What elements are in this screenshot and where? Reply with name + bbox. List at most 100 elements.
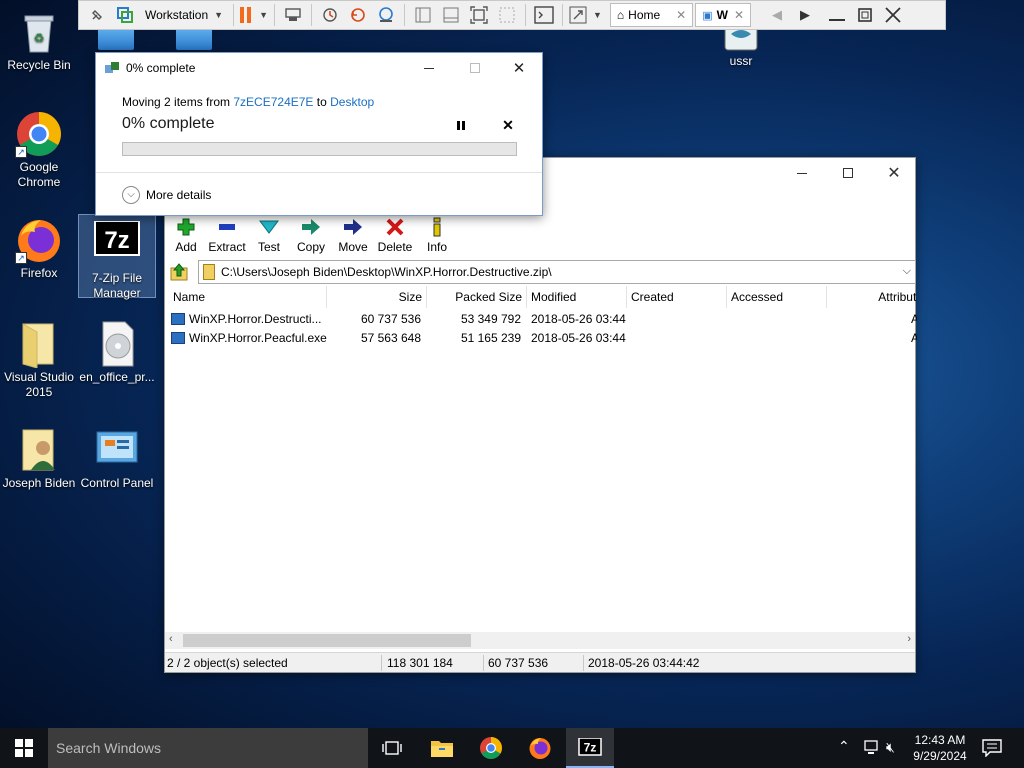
table-row[interactable]: WinXP.Horror.Destructi... 60 737 536 53 …: [169, 310, 917, 329]
restore-button[interactable]: [853, 3, 877, 27]
desktop-icon-control-panel[interactable]: Control Panel: [78, 426, 156, 491]
window-minimize-button[interactable]: [779, 158, 825, 188]
chevron-down-icon[interactable]: ⌵: [903, 265, 911, 278]
tab-scroll-left-button[interactable]: ◀: [765, 3, 789, 27]
clock-date: 9/29/2024: [913, 749, 967, 763]
file-size: 57 563 648: [360, 331, 421, 345]
toolbar-move-button[interactable]: Move: [332, 216, 374, 254]
close-icon[interactable]: ✕: [734, 8, 744, 22]
column-header-attribute[interactable]: Attribute: [827, 286, 917, 308]
file-list: Name Size Packed Size Modified Created A…: [169, 286, 917, 632]
column-header-accessed[interactable]: Accessed: [727, 286, 827, 308]
horizontal-scrollbar[interactable]: ‹ ›: [165, 632, 915, 649]
taskbar-7zip[interactable]: 7z: [566, 728, 614, 768]
scrollbar-thumb[interactable]: [183, 634, 471, 647]
progress-status: 0% complete: [122, 115, 215, 132]
taskbar: Search Windows 7z ⌃ 🔇︎ 12:43 AM 9/29/202…: [0, 728, 1024, 768]
destination-link[interactable]: Desktop: [330, 95, 374, 109]
recycle-bin-icon: ♻: [15, 8, 63, 56]
taskbar-chrome[interactable]: [467, 728, 515, 768]
full-screen-button[interactable]: [467, 3, 491, 27]
tab-vm[interactable]: ▣ W ✕: [695, 3, 752, 27]
taskbar-file-explorer[interactable]: [418, 728, 466, 768]
toolbar-divider: [233, 4, 235, 26]
pause-icon: [240, 7, 245, 23]
toolbar-extract-button[interactable]: Extract: [206, 216, 248, 254]
toolbar-divider: [561, 4, 563, 26]
address-bar[interactable]: C:\Users\Joseph Biden\Desktop\WinXP.Horr…: [198, 260, 916, 284]
vm-menu-button[interactable]: Workstation ▼: [141, 3, 227, 27]
this-pc-icon: [176, 28, 212, 50]
dialog-close-button[interactable]: ✕: [496, 53, 542, 83]
more-details-toggle[interactable]: ⌵ More details: [122, 185, 211, 205]
exe-file-icon: [171, 313, 185, 325]
show-thumbnail-bar-button[interactable]: [439, 3, 463, 27]
snapshot-button[interactable]: [318, 3, 342, 27]
svg-text:♻: ♻: [34, 31, 45, 45]
task-view-button[interactable]: [368, 728, 416, 768]
show-library-button[interactable]: [411, 3, 435, 27]
dialog-minimize-button[interactable]: [406, 53, 452, 83]
source-link[interactable]: 7zECE724E7E: [233, 95, 313, 109]
close-icon: ✕: [502, 117, 514, 133]
column-header-name[interactable]: Name: [169, 286, 327, 308]
toolbar-info-button[interactable]: Info: [416, 216, 458, 254]
show-hidden-icons-button[interactable]: ⌃: [838, 738, 850, 755]
table-row[interactable]: WinXP.Horror.Peacful.exe 57 563 648 51 1…: [169, 329, 917, 348]
window-close-button[interactable]: ✕: [871, 158, 917, 188]
tab-scroll-right-button[interactable]: ▶: [793, 3, 817, 27]
scroll-left-icon[interactable]: ‹: [169, 633, 173, 645]
toolbar-copy-button[interactable]: Copy: [290, 216, 332, 254]
minus-icon: [219, 224, 235, 230]
close-icon: ✕: [887, 165, 901, 182]
desktop-icon-recycle-bin[interactable]: ♻ Recycle Bin: [0, 8, 78, 73]
snapshot-manager-button[interactable]: [374, 3, 398, 27]
taskbar-firefox[interactable]: [516, 728, 564, 768]
clock[interactable]: 12:43 AM 9/29/2024: [906, 732, 974, 764]
to-word: to: [316, 95, 327, 109]
column-header-modified[interactable]: Modified: [527, 286, 627, 308]
send-ctrl-alt-del-button[interactable]: [281, 3, 305, 27]
control-panel-icon: [93, 426, 141, 474]
network-icon[interactable]: [862, 740, 880, 759]
taskbar-search-box[interactable]: Search Windows: [48, 728, 368, 768]
tab-home[interactable]: ⌂ Home ✕: [609, 3, 694, 27]
column-header-size[interactable]: Size: [327, 286, 427, 308]
volume-muted-icon[interactable]: 🔇︎: [886, 739, 895, 756]
pause-button[interactable]: ▼: [240, 3, 268, 27]
scroll-right-icon[interactable]: ›: [907, 633, 911, 645]
unity-button[interactable]: [495, 3, 519, 27]
exe-file-icon: [171, 332, 185, 344]
toolbar-delete-button[interactable]: Delete: [374, 216, 416, 254]
revert-snapshot-button[interactable]: [346, 3, 370, 27]
console-view-button[interactable]: [532, 3, 556, 27]
dialog-maximize-button: [452, 53, 498, 83]
pause-button[interactable]: [451, 117, 471, 133]
chevron-down-icon: ▼: [592, 10, 602, 20]
action-center-button[interactable]: [982, 739, 1002, 760]
window-maximize-button[interactable]: [825, 158, 871, 188]
minimize-button[interactable]: [825, 3, 849, 27]
pin-icon[interactable]: [85, 3, 109, 27]
cancel-button[interactable]: ✕: [498, 115, 518, 135]
toolbar-test-button[interactable]: Test: [248, 216, 290, 254]
file-name: WinXP.Horror.Peacful.exe: [189, 331, 327, 345]
copy-arrow-icon: [302, 219, 320, 235]
notification-icon: [982, 739, 1002, 758]
desktop-icon-visual-studio-2015[interactable]: Visual Studio 2015: [0, 320, 78, 400]
parent-folder-button[interactable]: [169, 262, 189, 282]
desktop-icon-label: Control Panel: [80, 476, 154, 490]
desktop-icon-en-office[interactable]: en_office_pr...: [78, 320, 156, 385]
desktop-icon-joseph-biden[interactable]: Joseph Biden: [0, 426, 78, 491]
stretch-guest-button[interactable]: ▼: [569, 3, 602, 27]
close-icon[interactable]: ✕: [676, 8, 686, 22]
close-button[interactable]: [881, 3, 905, 27]
desktop-icon-google-chrome[interactable]: ↗ Google Chrome: [0, 110, 78, 190]
desktop-icon-7zip-file-manager[interactable]: 7z 7-Zip File Manager: [78, 214, 156, 300]
start-button[interactable]: [0, 728, 48, 768]
column-header-created[interactable]: Created: [627, 286, 727, 308]
toolbar-add-button[interactable]: Add: [165, 216, 207, 254]
column-header-packed-size[interactable]: Packed Size: [427, 286, 527, 308]
moving-prefix: Moving 2 items from: [122, 95, 231, 109]
desktop-icon-firefox[interactable]: ↗ Firefox: [0, 216, 78, 281]
